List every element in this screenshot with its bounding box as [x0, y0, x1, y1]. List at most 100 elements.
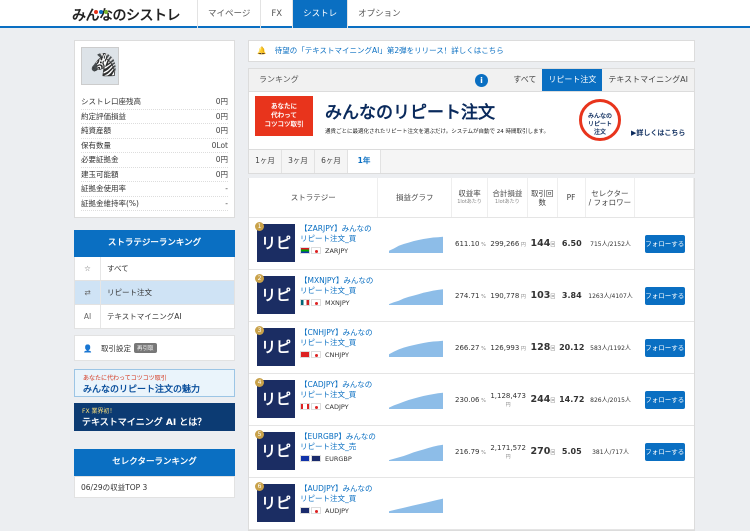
strategy-cell: 3 リピ 【CNHJPY】みんなのリピート注文_買 CNHJPY — [249, 322, 379, 374]
rank-badge: 3 — [255, 325, 264, 335]
roi-unit: % — [479, 345, 486, 352]
selector-follower: 715人/2152人 — [590, 241, 631, 248]
strategy-info: 【CNHJPY】みんなのリピート注文_買 CNHJPY — [300, 328, 379, 359]
account-row-label: 約定評価損益 — [81, 111, 126, 121]
count-cell: 103回 — [528, 290, 558, 301]
account-row-value: - — [225, 198, 228, 208]
user-icon: 👤 — [83, 343, 93, 353]
nav-item[interactable]: FX — [260, 0, 292, 28]
roi-value: 274.71 — [454, 291, 480, 300]
flag-mx-icon — [300, 299, 310, 306]
account-row-value: 0円 — [215, 111, 228, 121]
pair-code: CNHJPY — [325, 350, 349, 359]
strategy-name-link[interactable]: 【MXNJPY】みんなのリピート注文_買 — [300, 276, 379, 296]
strategy-name-link[interactable]: 【ZARJPY】みんなのリピート注文_買 — [300, 224, 379, 244]
flag-jp-icon — [311, 299, 321, 306]
profit-sparkline — [388, 288, 443, 305]
period-tab[interactable]: 1ヶ月 — [249, 150, 282, 173]
nav-item[interactable]: オプション — [347, 0, 411, 28]
strategy-info: 【MXNJPY】みんなのリピート注文_買 MXNJPY — [300, 276, 379, 307]
nav-item[interactable]: シストレ — [292, 0, 348, 28]
table-row: 1 リピ 【ZARJPY】みんなのリピート注文_買 ZARJPY 611.10 % 299… — [249, 218, 694, 270]
ranking-tabs: すべて リピート注文 テキストマイニングAI — [507, 69, 694, 91]
strategy-cell: 6 リピ 【AUDJPY】みんなのリピート注文_買 AUDJPY — [249, 478, 379, 530]
selector-follower: 381人/717人 — [592, 449, 629, 456]
trade-settings-link[interactable]: 👤 取引設定 再引取 — [74, 335, 235, 361]
account-row-value: 0円 — [215, 169, 228, 179]
follow-button[interactable]: フォローする — [644, 234, 685, 253]
strategy-name-link[interactable]: 【AUDJPY】みんなのリピート注文_買 — [300, 484, 379, 504]
count-unit: 回 — [550, 398, 556, 404]
follow-button[interactable]: フォローする — [644, 390, 685, 409]
pair-code: AUDJPY — [325, 506, 349, 515]
strategy-name-link[interactable]: 【CNHJPY】みんなのリピート注文_買 — [300, 328, 379, 348]
ranking-tab[interactable]: リピート注文 — [542, 69, 603, 91]
roi-cell: 611.10 % — [453, 240, 489, 248]
profit-graph — [379, 226, 453, 262]
nav-item[interactable]: マイページ — [197, 0, 260, 28]
account-row: 必要証拠金 0円 — [81, 153, 228, 168]
currency-pair: ZARJPY — [300, 247, 379, 255]
flag-gb-icon — [311, 455, 321, 462]
period-tab[interactable]: 1年 — [348, 150, 381, 173]
hero-more-link[interactable]: ▶詳しくはこちら — [631, 128, 685, 138]
ranking-tab[interactable]: すべて — [507, 69, 542, 91]
repeat-order-banner[interactable]: あなたに代わってコツコツ取引 みんなのリピート注文の魅力 — [74, 369, 235, 397]
currency-pair: EURGBP — [300, 455, 379, 463]
period-tab[interactable]: 6ヶ月 — [315, 150, 348, 173]
notice-bar[interactable]: 🔔 待望の「テキストマイニングAI」第2弾をリリース！詳しくはこちら — [248, 40, 695, 62]
ranking-table: ストラテジー 損益グラフ 収益率 1lotあたり 合計損益 1lotあたり 取引回数… — [248, 178, 695, 531]
hero-title: みんなのリピート注文 — [325, 103, 495, 123]
period-tab[interactable]: 3ヶ月 — [282, 150, 315, 173]
repeat-banner-small: あなたに代わってコツコツ取引 — [83, 375, 167, 382]
roi-unit: % — [479, 397, 486, 404]
profit-graph — [379, 486, 453, 522]
repeat-order-hero[interactable]: あなたに 代わって コツコツ取引 みんなのリピート注文 通貨ごとに最適化されたリ… — [248, 92, 695, 150]
pair-code: MXNJPY — [325, 298, 350, 307]
follow-button[interactable]: フォローする — [644, 286, 685, 305]
strategy-cell: 4 リピ 【CADJPY】みんなのリピート注文_買 CADJPY — [249, 374, 379, 426]
col-action — [635, 178, 695, 217]
bell-icon: 🔔 — [257, 46, 267, 55]
account-row-label: 証拠金維持率(%) — [81, 198, 139, 208]
profit-sparkline — [388, 236, 443, 253]
ranking-tab[interactable]: テキストマイニングAI — [602, 69, 694, 91]
account-row: 証拠金維持率(%) - — [81, 197, 228, 211]
flag-au-icon — [300, 507, 310, 514]
col-pf: PF — [558, 178, 586, 217]
info-icon[interactable]: i — [475, 74, 488, 87]
profit-graph — [379, 382, 453, 418]
site-logo[interactable]: みんなのシストレ — [72, 5, 181, 25]
follow-button[interactable]: フォローする — [644, 442, 685, 461]
strategy-menu-item[interactable]: AI テキストマイニングAI — [74, 305, 235, 329]
count-unit: 回 — [550, 294, 556, 300]
currency-pair: CADJPY — [300, 403, 379, 411]
strategy-menu-item[interactable]: ☆ すべて — [74, 257, 235, 281]
strategy-menu-item[interactable]: ⇄ リピート注文 — [74, 281, 235, 305]
profit-sparkline — [388, 392, 443, 409]
rank-badge: 1 — [255, 221, 264, 231]
rank-badge: 4 — [255, 377, 264, 387]
pl-value: 299,266 — [490, 239, 520, 248]
strategy-name-link[interactable]: 【EURGBP】みんなのリピート注文_売 — [300, 432, 379, 452]
table-header: ストラテジー 損益グラフ 収益率 1lotあたり 合計損益 1lotあたり 取引回数… — [249, 178, 695, 218]
account-row-label: 純資産額 — [81, 126, 111, 135]
text-mining-ai-banner[interactable]: FX 業界初！ テキストマイニング AI とは？ — [74, 403, 235, 431]
roi-value: 230.06 — [454, 395, 480, 404]
table-row: 3 リピ 【CNHJPY】みんなのリピート注文_買 CNHJPY 266.27 % 126… — [249, 322, 694, 374]
roi-unit: % — [479, 293, 486, 300]
strategy-cell: 1 リピ 【ZARJPY】みんなのリピート注文_買 ZARJPY — [249, 218, 379, 270]
follow-button[interactable]: フォローする — [644, 338, 685, 357]
profit-area — [388, 340, 443, 357]
hero-red-box: あなたに 代わって コツコツ取引 — [255, 96, 313, 136]
count-unit: 回 — [550, 346, 556, 352]
strategy-name-link[interactable]: 【CADJPY】みんなのリピート注文_買 — [300, 380, 379, 400]
table-row: 2 リピ 【MXNJPY】みんなのリピート注文_買 MXNJPY 274.71 % 190… — [249, 270, 694, 322]
strategy-ranking-header: ストラテジーランキング — [74, 230, 235, 257]
action-cell: フォローする — [635, 442, 694, 461]
account-row-label: 必要証拠金 — [81, 155, 119, 164]
avatar[interactable]: 🦓 — [81, 47, 119, 85]
profit-graph — [379, 434, 453, 470]
rank-badge: 5 — [255, 429, 264, 439]
col-graph: 損益グラフ — [378, 178, 453, 217]
